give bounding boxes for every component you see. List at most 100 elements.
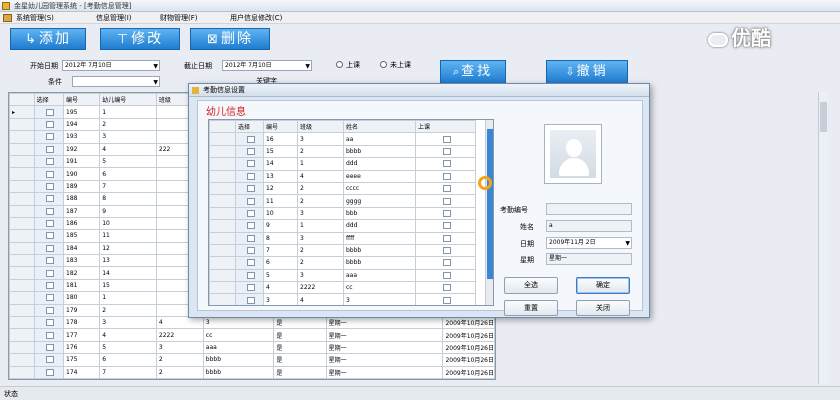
delete-button[interactable]: ⊠ 删除 [190,28,270,50]
row-checkbox[interactable] [246,271,255,279]
row-header[interactable] [9,316,35,330]
list-item[interactable]: 8 3 ffff [209,231,476,245]
row-checkbox[interactable] [246,135,255,143]
menu-system[interactable]: 系统管理(S) [16,13,54,23]
row-header[interactable] [9,291,35,305]
list-item[interactable]: 15 2 bbbb [209,144,476,159]
select-cell[interactable] [235,293,264,305]
col-header-name[interactable]: 姓名 [343,120,416,134]
select-cell[interactable] [33,167,65,181]
row-header[interactable] [9,266,35,280]
select-cell[interactable] [33,340,65,355]
row-header[interactable] [209,243,236,258]
col-header-id[interactable]: 编号 [263,120,298,134]
attend-cell[interactable] [415,206,476,221]
row-checkbox[interactable] [45,182,54,190]
row-checkbox[interactable] [45,170,54,178]
add-button[interactable]: ↳ 添加 [10,28,86,50]
col-header-attend[interactable]: 上课 [415,120,476,134]
attend-checkbox[interactable] [442,284,451,292]
row-checkbox[interactable] [45,232,54,240]
select-cell[interactable] [33,142,65,156]
select-cell[interactable] [33,278,65,293]
attend-cell[interactable] [415,243,476,258]
menu-info[interactable]: 信息管理(I) [96,13,132,23]
attend-cell[interactable] [415,157,476,171]
select-cell[interactable] [33,192,65,206]
attend-cell[interactable] [415,219,476,233]
row-checkbox[interactable] [246,172,255,180]
row-checkbox[interactable] [246,222,255,230]
select-cell[interactable] [33,117,65,132]
attend-cell[interactable] [415,231,476,245]
row-checkbox[interactable] [246,160,255,168]
row-checkbox[interactable] [45,133,54,141]
row-header[interactable] [9,204,35,218]
scrollbar-thumb[interactable] [487,129,493,279]
select-all-button[interactable]: 全选 [504,277,558,294]
search-button[interactable]: ⌕ 查找 [440,60,506,84]
row-header[interactable] [9,340,35,355]
row-checkbox[interactable] [246,259,255,267]
attend-cell[interactable] [415,169,476,183]
menu-finance[interactable]: 财物管理(F) [160,13,198,23]
scrollbar-thumb[interactable] [820,102,827,132]
attend-checkbox[interactable] [442,209,451,217]
attend-checkbox[interactable] [442,147,451,155]
attend-cell[interactable] [415,132,476,146]
row-header[interactable] [9,142,35,156]
row-checkbox[interactable] [45,257,54,265]
row-checkbox[interactable] [246,209,255,217]
select-cell[interactable] [235,243,264,258]
main-grid-scrollbar[interactable] [818,92,828,384]
row-header[interactable] [9,365,35,379]
attend-checkbox[interactable] [442,222,451,230]
row-header[interactable] [9,278,35,293]
row-checkbox[interactable] [45,294,54,302]
reset-button[interactable]: 重置 [504,300,558,316]
row-header[interactable] [209,206,236,221]
row-header[interactable] [9,328,35,342]
attend-cell[interactable] [415,144,476,159]
row-header[interactable] [9,216,35,231]
row-header[interactable] [9,130,35,144]
select-cell[interactable] [33,303,65,318]
row-checkbox[interactable] [246,296,255,304]
col-header-select[interactable]: 选择 [235,120,264,134]
attend-cell[interactable] [415,281,476,295]
row-checkbox[interactable] [45,220,54,228]
select-cell[interactable] [235,169,264,183]
row-checkbox[interactable] [45,158,54,166]
attend-checkbox[interactable] [442,172,451,180]
col-header-child-id[interactable]: 幼儿编号 [99,93,157,107]
row-header[interactable] [9,254,35,268]
close-button[interactable]: 关闭 [576,300,630,316]
radio-not-in-class[interactable] [380,61,387,68]
select-cell[interactable] [235,157,264,171]
row-checkbox[interactable] [45,306,54,314]
row-checkbox[interactable] [45,120,54,128]
list-item[interactable]: 12 2 cccc [209,181,476,196]
select-cell[interactable] [33,353,65,367]
row-header[interactable] [209,157,236,171]
row-header[interactable] [209,144,236,159]
select-cell[interactable] [235,144,264,159]
row-checkbox[interactable] [246,284,255,292]
list-item[interactable]: 6 2 bbbb [209,256,476,270]
attend-checkbox[interactable] [442,135,451,143]
row-checkbox[interactable] [45,282,54,290]
list-item[interactable]: 11 2 gggg [209,194,476,208]
row-checkbox[interactable] [45,195,54,203]
col-header-class[interactable]: 班级 [297,120,344,134]
select-cell[interactable] [33,216,65,231]
row-header[interactable] [209,181,236,196]
row-header[interactable] [209,231,236,245]
select-cell[interactable] [235,194,264,208]
row-checkbox[interactable] [45,356,54,364]
select-cell[interactable] [235,181,264,196]
row-checkbox[interactable] [45,368,54,376]
row-header[interactable] [209,169,236,183]
attend-checkbox[interactable] [442,185,451,193]
select-cell[interactable] [33,254,65,268]
row-header[interactable] [209,256,236,270]
